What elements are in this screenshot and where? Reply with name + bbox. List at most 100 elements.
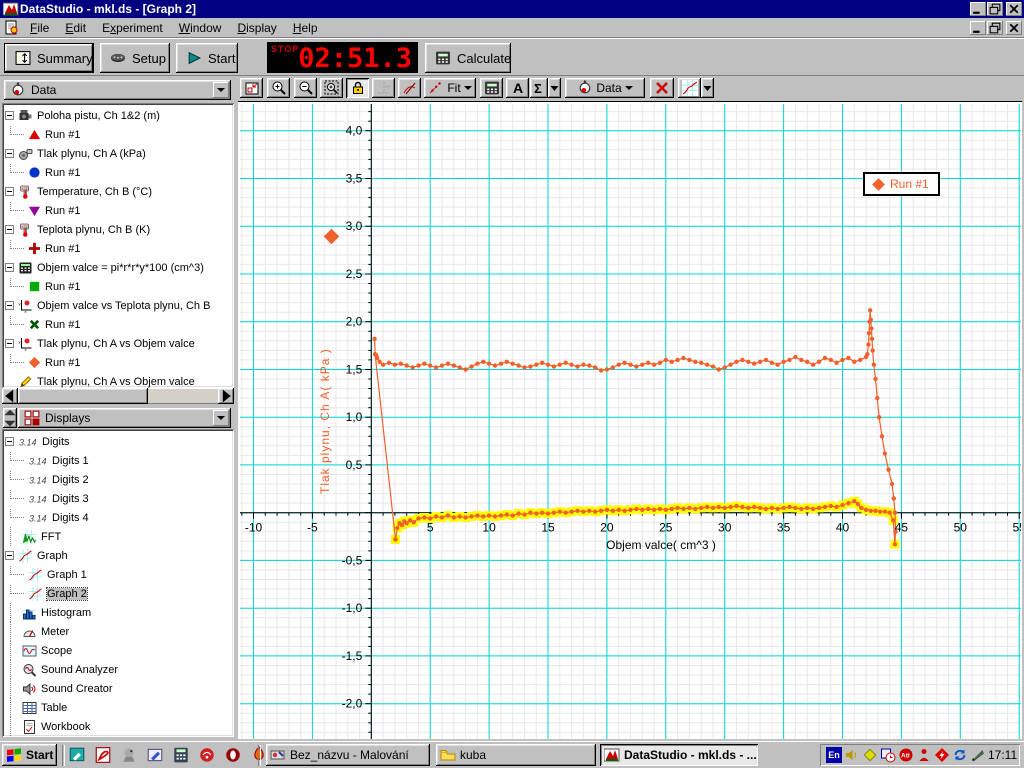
tray-power[interactable] — [934, 747, 950, 763]
data-item[interactable]: yxTlak plynu, Ch A vs Objem valce — [2, 334, 234, 353]
displays-panel-header[interactable]: Displays — [18, 408, 231, 428]
graph-settings-button[interactable] — [678, 78, 701, 98]
display-item[interactable]: Sound Analyzer — [2, 660, 234, 679]
ql-pen[interactable] — [146, 746, 164, 764]
statistics-dd-button[interactable] — [548, 78, 561, 98]
data-item[interactable]: KTDTemperature, Ch B (°C) — [2, 182, 234, 201]
keyboard-layout-indicator[interactable]: En — [826, 747, 842, 763]
task-button[interactable]: kuba — [436, 744, 596, 766]
task-button[interactable]: Bez_názvu - Malování — [266, 744, 430, 766]
menu-window[interactable]: Window — [171, 19, 230, 37]
display-item[interactable]: Scope — [2, 641, 234, 660]
displays-dropdown-button[interactable] — [213, 410, 229, 426]
display-item[interactable]: Graph — [2, 546, 234, 565]
collapse-icon[interactable] — [5, 263, 14, 272]
ql-desktop[interactable] — [68, 746, 86, 764]
display-item[interactable]: Sound Creator — [2, 679, 234, 698]
display-subitem[interactable]: 3.14Digits 4 — [2, 508, 234, 527]
legend[interactable]: Run #1 — [863, 172, 940, 196]
run-item[interactable]: Run #1 — [2, 201, 234, 220]
slope-tool-button[interactable] — [398, 78, 421, 98]
scroll-thumb[interactable] — [18, 388, 148, 404]
run-item[interactable]: Run #1 — [2, 239, 234, 258]
collapse-icon[interactable] — [5, 111, 14, 120]
run-item[interactable]: Run #1 — [2, 277, 234, 296]
collapse-icon[interactable] — [5, 225, 14, 234]
ql-bird[interactable] — [120, 746, 138, 764]
app-logo-icon[interactable] — [3, 1, 19, 17]
display-item[interactable]: Workbook — [2, 717, 234, 736]
minimize-button[interactable] — [970, 2, 986, 16]
fit-menu-button[interactable]: Fit — [424, 78, 476, 98]
run-item[interactable]: Run #1 — [2, 125, 234, 144]
display-item[interactable]: FFT — [2, 527, 234, 546]
menu-display[interactable]: Display — [229, 19, 284, 37]
data-panel-header[interactable]: Data — [4, 80, 231, 100]
run-item[interactable]: Run #1 — [2, 315, 234, 334]
graph-settings-dd-button[interactable] — [701, 78, 714, 98]
tray-backup[interactable] — [880, 747, 896, 763]
collapse-icon[interactable] — [5, 149, 14, 158]
data-item[interactable]: Objem valce = pi*r*r*y*100 (cm^3) — [2, 258, 234, 277]
ql-acrobat[interactable] — [94, 746, 112, 764]
tray-volume[interactable] — [844, 747, 860, 763]
remove-data-button[interactable] — [650, 78, 674, 98]
close-button[interactable] — [1006, 2, 1022, 16]
calculator-button[interactable] — [480, 78, 503, 98]
collapse-icon[interactable] — [5, 187, 14, 196]
collapse-icon[interactable] — [5, 437, 14, 446]
mdi-minimize-button[interactable] — [970, 21, 986, 35]
data-item[interactable]: Tlak plynu, Ch A vs Objem valce — [2, 372, 234, 388]
smart-tool-button[interactable]: xy — [372, 78, 395, 98]
display-subitem[interactable]: 3.14Digits 1 — [2, 451, 234, 470]
panel-splitter-button[interactable] — [3, 408, 17, 428]
tray-guard[interactable] — [916, 747, 932, 763]
statistics-button[interactable]: Σ — [530, 78, 548, 98]
calculate-button[interactable]: Calculate — [425, 43, 511, 73]
document-icon[interactable] — [4, 20, 20, 36]
display-item[interactable]: Meter — [2, 622, 234, 641]
collapse-icon[interactable] — [5, 551, 14, 560]
display-subitem[interactable]: 3.14Digits 3 — [2, 489, 234, 508]
ql-opera[interactable] — [224, 746, 242, 764]
setup-button[interactable]: Setup — [100, 43, 170, 73]
scroll-left-button[interactable] — [2, 388, 18, 404]
collapse-icon[interactable] — [5, 339, 14, 348]
task-button[interactable]: DataStudio - mkl.ds - ... — [600, 744, 758, 766]
data-menu-button[interactable]: Data — [565, 78, 645, 98]
run-item[interactable]: Run #1 — [2, 163, 234, 182]
mdi-restore-button[interactable] — [987, 21, 1003, 35]
display-subitem[interactable]: Graph 1 — [2, 565, 234, 584]
display-item[interactable]: Table — [2, 698, 234, 717]
title-bar[interactable]: DataStudio - mkl.ds - [Graph 2] — [0, 0, 1024, 18]
display-item[interactable]: Histogram — [2, 603, 234, 622]
axis-lock-button[interactable] — [346, 78, 369, 98]
data-item[interactable]: KTDTeplota plynu, Ch B (K) — [2, 220, 234, 239]
data-item[interactable]: Poloha pistu, Ch 1&2 (m) — [2, 106, 234, 125]
zoom-out-button[interactable] — [294, 78, 317, 98]
zoom-in-button[interactable] — [267, 78, 290, 98]
scroll-right-button[interactable] — [218, 388, 234, 404]
menu-edit[interactable]: Edit — [57, 19, 94, 37]
data-item[interactable]: Tlak plynu, Ch A (kPa) — [2, 144, 234, 163]
display-item[interactable]: 3.14Digits — [2, 432, 234, 451]
start-button[interactable]: Start — [176, 43, 238, 73]
collapse-icon[interactable] — [5, 301, 14, 310]
tray-pen[interactable] — [970, 747, 986, 763]
data-item[interactable]: yxObjem valce vs Teplota plynu, Ch B — [2, 296, 234, 315]
text-note-button[interactable]: A — [506, 78, 529, 98]
menu-file[interactable]: File — [22, 19, 57, 37]
run-item[interactable]: Run #1 — [2, 353, 234, 372]
ql-dragon[interactable] — [198, 746, 216, 764]
data-tree-hscrollbar[interactable] — [2, 388, 234, 404]
menu-help[interactable]: Help — [285, 19, 326, 37]
zoom-select-button[interactable] — [320, 78, 343, 98]
display-subitem[interactable]: Graph 2 — [2, 584, 234, 603]
restore-button[interactable] — [987, 2, 1003, 16]
start-menu-button[interactable]: Start — [2, 744, 57, 766]
ql-calc[interactable] — [172, 746, 190, 764]
summary-button[interactable]: Summary — [4, 43, 94, 73]
data-dropdown-button[interactable] — [213, 82, 229, 98]
tray-sync[interactable] — [952, 747, 968, 763]
mdi-close-button[interactable] — [1006, 21, 1022, 35]
